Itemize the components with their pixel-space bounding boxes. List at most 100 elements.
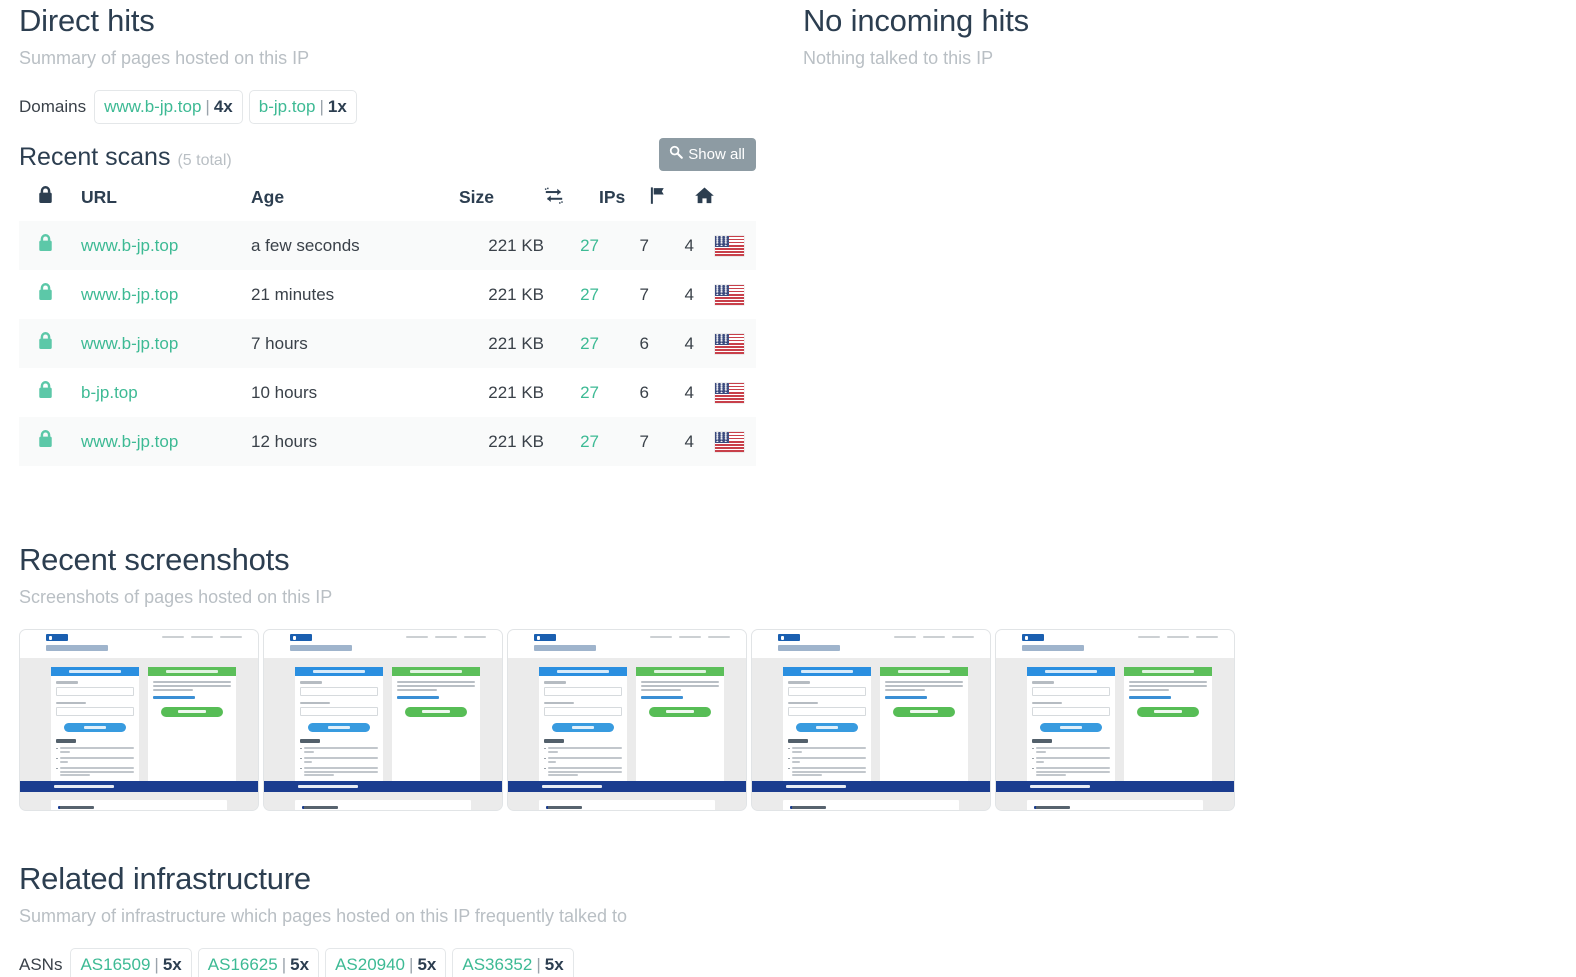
screenshot-preview	[264, 630, 502, 810]
mini-register-button	[161, 706, 223, 717]
table-row[interactable]: www.b-jp.top 21 minutes 221 KB 27 7 4 ★★…	[19, 270, 756, 319]
row-flags: 4	[684, 235, 694, 255]
search-icon	[669, 145, 688, 163]
mini-page-heading	[778, 645, 840, 651]
mini-notice-card	[51, 800, 227, 810]
mini-panels	[20, 658, 258, 783]
mini-input-password	[56, 707, 134, 717]
row-requests-cell[interactable]: 27	[544, 221, 599, 270]
mini-section-band	[264, 781, 502, 792]
asn-chip[interactable]: AS16509 | 5x	[70, 948, 192, 977]
mini-page-body	[752, 658, 990, 810]
lock-icon	[37, 283, 54, 306]
row-requests-link[interactable]: 27	[580, 236, 599, 255]
mini-panels	[264, 658, 502, 783]
table-row[interactable]: www.b-jp.top a few seconds 221 KB 27 7 4	[19, 221, 756, 270]
row-url-cell[interactable]: www.b-jp.top	[81, 417, 251, 466]
domain-count: 1x	[327, 97, 347, 116]
mini-notice-card	[295, 800, 471, 810]
row-url-link[interactable]: www.b-jp.top	[81, 334, 178, 353]
row-requests-link[interactable]: 27	[580, 383, 599, 402]
row-url-cell[interactable]: b-jp.top	[81, 368, 251, 417]
row-age: 7 hours	[251, 333, 308, 353]
mini-register-panel	[392, 667, 480, 783]
mini-page-header	[508, 630, 746, 658]
mini-register-button	[1137, 706, 1199, 717]
row-url-cell[interactable]: www.b-jp.top	[81, 319, 251, 368]
row-flags: 4	[684, 431, 694, 451]
row-url-link[interactable]: www.b-jp.top	[81, 432, 178, 451]
row-requests-link[interactable]: 27	[580, 334, 599, 353]
screenshot-preview	[508, 630, 746, 810]
asns-label: ASNs	[19, 955, 63, 974]
mini-login-panel	[539, 667, 627, 783]
column-header-ips[interactable]: IPs	[599, 185, 649, 221]
mini-section-band	[752, 781, 990, 792]
column-header-size[interactable]: Size	[459, 185, 544, 221]
mini-notice-card	[1027, 800, 1203, 810]
row-secure-lock	[19, 221, 81, 270]
asn-count: 5x	[417, 955, 437, 974]
mini-page-heading	[46, 645, 108, 651]
row-age: 21 minutes	[251, 284, 335, 304]
domain-chip[interactable]: b-jp.top | 1x	[248, 90, 357, 124]
mini-input-id	[788, 686, 866, 696]
screenshot-thumbnail[interactable]	[263, 629, 503, 811]
table-row[interactable]: www.b-jp.top 7 hours 221 KB 27 6 4 ★★★ ★…	[19, 319, 756, 368]
row-requests-cell[interactable]: 27	[544, 319, 599, 368]
mini-panel-header	[295, 667, 383, 676]
screenshot-thumbnail[interactable]	[751, 629, 991, 811]
asn-chip[interactable]: AS20940 | 5x	[325, 948, 447, 977]
mini-page-heading	[534, 645, 596, 651]
row-secure-lock	[19, 417, 81, 466]
mini-input-id	[1032, 686, 1110, 696]
mini-help-link	[641, 696, 683, 699]
row-requests-cell[interactable]: 27	[544, 417, 599, 466]
column-header-flags[interactable]	[649, 185, 694, 221]
show-all-button[interactable]: Show all	[659, 138, 756, 171]
us-flag-icon: ★★★★★★★★★★★★★★★★★★★★★★★★★★★★★★	[715, 235, 744, 256]
row-size: 221 KB	[488, 382, 544, 402]
mini-page-heading	[290, 645, 352, 651]
row-requests-link[interactable]: 27	[580, 432, 599, 451]
mini-panel-header	[392, 667, 480, 676]
chip-separator: |	[154, 955, 159, 974]
column-header-geo[interactable]	[694, 185, 756, 221]
mini-login-panel	[1027, 667, 1115, 783]
column-header-age[interactable]: Age	[251, 185, 459, 221]
chip-separator: |	[536, 955, 541, 974]
incoming-hits-title: No incoming hits	[803, 3, 1029, 38]
mini-notice-card	[783, 800, 959, 810]
asn-chip[interactable]: AS36352 | 5x	[452, 948, 574, 977]
asn-chip[interactable]: AS16625 | 5x	[197, 948, 320, 977]
row-requests-cell[interactable]: 27	[544, 368, 599, 417]
domain-chip[interactable]: www.b-jp.top | 4x	[94, 90, 243, 124]
screenshot-thumbnail[interactable]	[19, 629, 259, 811]
row-url-link[interactable]: b-jp.top	[81, 383, 138, 402]
mini-page-body	[508, 658, 746, 810]
row-url-link[interactable]: www.b-jp.top	[81, 236, 178, 255]
mini-input-password	[300, 707, 378, 717]
column-header-url[interactable]: URL	[81, 185, 251, 221]
screenshot-thumbnail[interactable]	[995, 629, 1235, 811]
lock-icon	[37, 332, 54, 355]
mini-input-id	[300, 686, 378, 696]
table-row[interactable]: b-jp.top 10 hours 221 KB 27 6 4 ★★★ ★★★ …	[19, 368, 756, 417]
mini-section-band	[996, 781, 1234, 792]
row-requests-link[interactable]: 27	[580, 285, 599, 304]
table-row[interactable]: www.b-jp.top 12 hours 221 KB 27 7 4 ★★★ …	[19, 417, 756, 466]
row-flags: 4	[684, 382, 694, 402]
chip-separator: |	[319, 97, 324, 116]
screenshot-preview	[996, 630, 1234, 810]
table-header-row: URL Age Size IPs	[19, 185, 756, 221]
row-requests-cell[interactable]: 27	[544, 270, 599, 319]
screenshot-thumbnail[interactable]	[507, 629, 747, 811]
mini-input-id	[56, 686, 134, 696]
column-header-requests[interactable]	[544, 185, 599, 221]
row-url-link[interactable]: www.b-jp.top	[81, 285, 178, 304]
row-ips: 7	[639, 431, 649, 451]
row-url-cell[interactable]: www.b-jp.top	[81, 270, 251, 319]
asn-count: 5x	[544, 955, 564, 974]
row-url-cell[interactable]: www.b-jp.top	[81, 221, 251, 270]
asn-name: AS20940	[335, 955, 406, 974]
